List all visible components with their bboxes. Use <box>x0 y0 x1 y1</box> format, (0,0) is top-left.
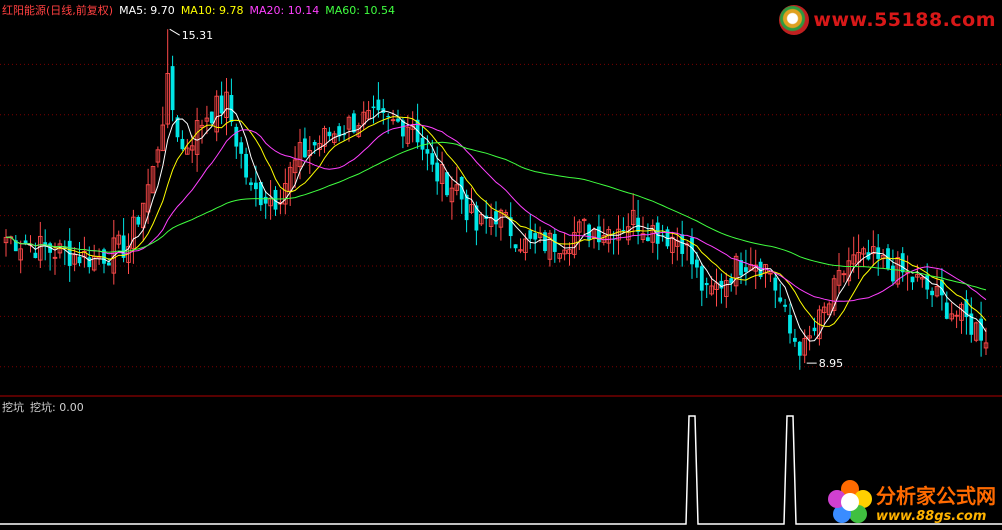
candle-down <box>327 131 332 137</box>
ma20-label: MA20: 10.14 <box>249 4 320 17</box>
candle-down <box>244 153 248 178</box>
candle-down <box>435 162 440 182</box>
candle-down <box>352 113 356 133</box>
candlestick-series <box>3 29 989 370</box>
candle-down <box>695 259 699 268</box>
candle-down <box>234 126 239 147</box>
indicator-header: 挖坑 挖坑: 0.00 <box>2 399 90 415</box>
candle-down <box>386 116 391 118</box>
candle-down <box>249 182 253 186</box>
candle-down <box>646 237 650 242</box>
candle-down <box>930 290 934 296</box>
candle-down <box>87 257 92 268</box>
candle-down <box>773 277 778 291</box>
candle-down <box>170 66 175 111</box>
candle-down <box>180 138 185 150</box>
candle-down <box>621 229 626 231</box>
candle-down <box>312 141 317 146</box>
candle-down <box>797 341 802 356</box>
candle-down <box>719 280 724 289</box>
candle-down <box>494 211 498 225</box>
candle-down <box>121 235 126 258</box>
watermark-88gs-url: www.88gs.com <box>876 509 987 524</box>
candle-down <box>239 142 244 154</box>
low-price-label: 8.95 <box>819 357 844 370</box>
candle-down <box>528 230 533 239</box>
candle-down <box>910 276 915 283</box>
candle-down <box>783 304 787 307</box>
candle-down <box>254 182 258 190</box>
candle-down <box>690 237 694 265</box>
candle-down <box>396 118 400 122</box>
candle-down <box>209 111 214 124</box>
candle-down <box>303 138 307 158</box>
candle-down <box>699 266 704 291</box>
candle-down <box>925 275 930 290</box>
candle-down <box>464 194 469 221</box>
candle-down <box>376 99 381 111</box>
ma5-label: MA5: 9.70 <box>119 4 175 17</box>
candle-down <box>263 196 268 204</box>
watermark-55188-text: www.55188.com <box>813 9 996 31</box>
candle-down <box>636 217 640 232</box>
indicator-name: 挖坑 <box>2 401 24 414</box>
candle-down <box>420 137 425 150</box>
candle-down <box>793 337 797 342</box>
candle-down <box>229 95 234 122</box>
main-chart-header: 红阳能源(日线,前复权) MA5: 9.70 MA10: 9.78 MA20: 10.… <box>2 2 401 18</box>
watermark-88gs-title: 分析家公式网 <box>876 484 996 508</box>
candle-down <box>788 314 792 334</box>
candle-down <box>136 216 141 225</box>
candle-down <box>597 226 601 243</box>
flower-logo-icon <box>828 480 872 524</box>
55188-logo-icon <box>779 5 810 35</box>
ma10-label: MA10: 9.78 <box>180 4 244 17</box>
high-price-label: 15.31 <box>182 29 214 42</box>
candle-down <box>107 262 111 266</box>
candle-down <box>33 252 38 259</box>
indicator-value: 挖坑: 0.00 <box>30 401 84 414</box>
candle-down <box>812 327 817 332</box>
candle-down <box>533 233 538 240</box>
candle-down <box>513 244 518 249</box>
candle-down <box>219 95 224 114</box>
watermark-88gs: 分析家公式网 www.88gs.com <box>828 480 996 524</box>
candle-down <box>77 256 82 264</box>
ma60-label: MA60: 10.54 <box>325 4 395 17</box>
candle-down <box>778 297 783 302</box>
candle-down <box>744 267 748 272</box>
candle-down <box>944 302 949 319</box>
stock-chart[interactable]: 15.31 8.95 <box>0 0 1002 530</box>
annotation-arrow <box>169 28 180 36</box>
candle-down <box>445 172 449 196</box>
candle-down <box>704 283 709 286</box>
watermark-55188: www.55188.com <box>779 5 996 35</box>
candle-down <box>371 106 376 109</box>
candle-down <box>900 253 905 273</box>
stock-title: 红阳能源(日线,前复权) <box>2 4 114 17</box>
candle-down <box>425 149 430 154</box>
candle-down <box>430 153 435 165</box>
candle-down <box>891 265 895 282</box>
